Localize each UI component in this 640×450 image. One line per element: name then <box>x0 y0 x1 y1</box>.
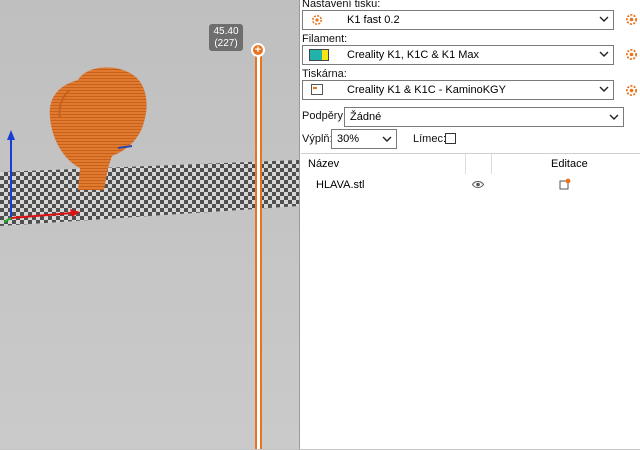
layer-tooltip: 45.40 (227) <box>209 24 243 51</box>
column-header-name[interactable]: Název <box>308 158 339 170</box>
chevron-down-icon <box>599 86 609 92</box>
filament-label: Filament: <box>302 33 348 45</box>
print-settings-value: K1 fast 0.2 <box>347 14 400 26</box>
filament-value: Creality K1, K1C & K1 Max <box>347 49 480 61</box>
3d-viewport[interactable]: 45.40 (227) + <box>0 0 299 449</box>
supports-label: Podpěry: <box>302 110 347 122</box>
infill-value: 30% <box>337 133 360 145</box>
layer-height: 45.40 <box>213 26 239 37</box>
infill-combo[interactable]: 30% <box>331 129 397 149</box>
printer-label: Tiskárna: <box>302 68 347 80</box>
edit-settings-icon[interactable] <box>559 178 571 190</box>
layer-slider-track[interactable] <box>255 52 262 449</box>
filament-color-swatch <box>309 49 329 61</box>
print-settings-combo[interactable]: K1 fast 0.2 <box>302 10 614 30</box>
eye-icon[interactable] <box>472 180 484 189</box>
gear-icon[interactable] <box>625 48 638 61</box>
table-row[interactable]: HLAVA.stl <box>301 176 640 194</box>
layer-slider-thumb[interactable]: + <box>251 43 265 57</box>
infill-label: Výplň: <box>302 133 333 145</box>
printer-value: Creality K1 & K1C - KaminoKGY <box>347 84 506 96</box>
chevron-down-icon <box>599 51 609 57</box>
column-separator <box>491 154 492 174</box>
layer-index: (227) <box>214 38 238 49</box>
chevron-down-icon <box>382 136 392 142</box>
print-settings-label: Nastavení tisku: <box>302 0 381 10</box>
brim-checkbox[interactable] <box>445 133 456 144</box>
settings-panel: Nastavení tisku: K1 fast 0.2 Filament: C… <box>299 0 640 449</box>
gear-icon[interactable] <box>625 13 638 26</box>
column-separator <box>465 154 466 174</box>
print-settings-icon <box>312 15 322 25</box>
supports-value: Žádné <box>350 111 382 123</box>
object-name: HLAVA.stl <box>316 179 365 191</box>
chevron-down-icon <box>609 114 619 120</box>
printer-icon <box>311 84 323 95</box>
brim-label: Límec: <box>413 133 447 145</box>
gear-icon[interactable] <box>625 84 638 97</box>
supports-combo[interactable]: Žádné <box>344 107 624 127</box>
filament-combo[interactable]: Creality K1, K1C & K1 Max <box>302 45 614 65</box>
object-list: Název Editace HLAVA.stl <box>301 153 640 450</box>
chevron-down-icon <box>599 16 609 22</box>
column-header-edit[interactable]: Editace <box>551 158 588 170</box>
printer-combo[interactable]: Creality K1 & K1C - KaminoKGY <box>302 80 614 100</box>
